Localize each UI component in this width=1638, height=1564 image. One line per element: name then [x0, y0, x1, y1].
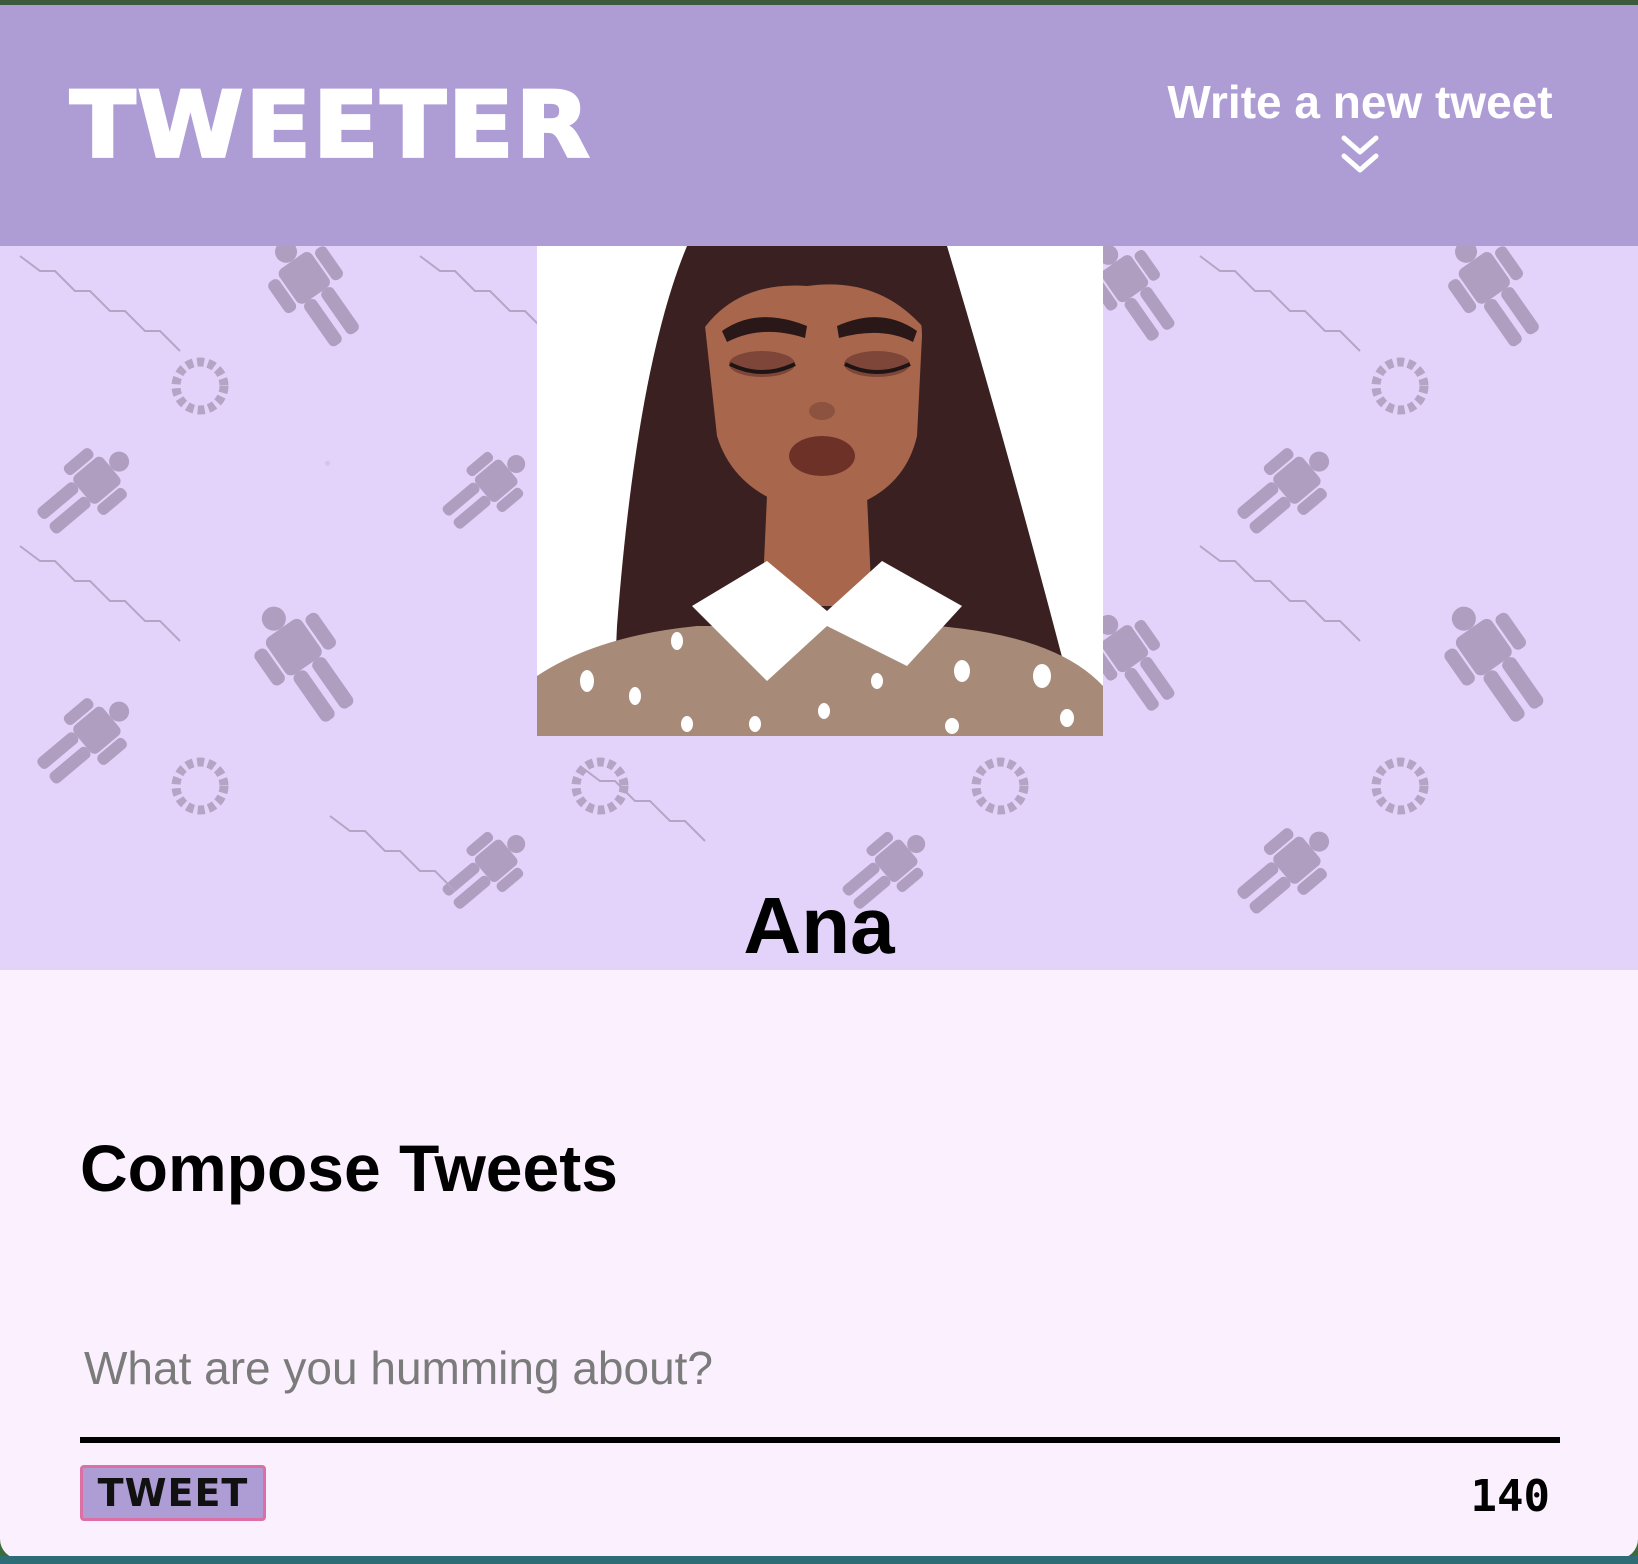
input-underline [80, 1437, 1560, 1443]
write-new-tweet-link[interactable]: Write a new tweet [1150, 77, 1570, 178]
tweet-text-input[interactable] [80, 1333, 1568, 1403]
page: TWEETER Write a new tweet Ana Compose Tw… [0, 5, 1638, 1559]
window-bottom-edge [0, 1556, 1638, 1564]
app-logo: TWEETER [69, 71, 592, 179]
compose-title: Compose Tweets [80, 1131, 618, 1205]
write-new-tweet-label: Write a new tweet [1167, 76, 1553, 128]
profile-banner: Ana [0, 246, 1638, 970]
navbar: TWEETER Write a new tweet [0, 5, 1638, 246]
profile-username: Ana [743, 881, 895, 970]
double-chevron-down-icon [1341, 135, 1379, 173]
tweet-button[interactable]: TWEET [80, 1465, 266, 1521]
avatar [537, 246, 1103, 736]
user-avatar-illustration [537, 246, 1103, 736]
compose-section: Compose Tweets TWEET 140 [80, 1131, 1568, 1521]
character-counter: 140 [1470, 1471, 1550, 1522]
